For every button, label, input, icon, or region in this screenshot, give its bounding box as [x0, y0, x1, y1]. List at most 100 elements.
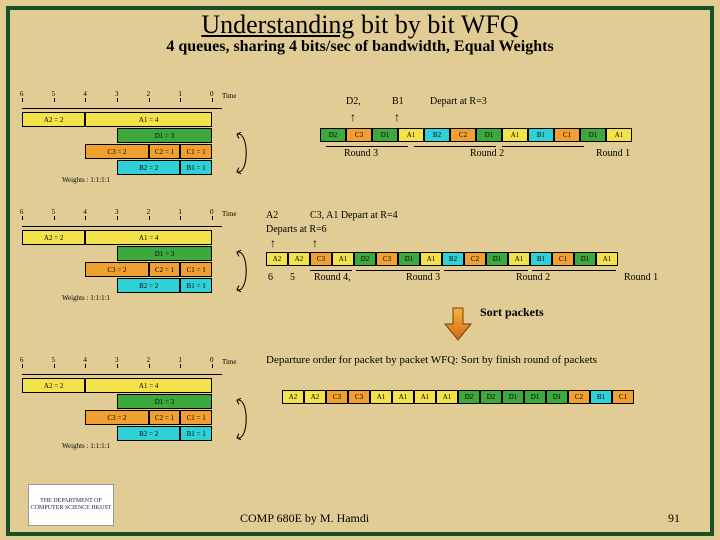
- packet-cell: D1: [580, 128, 606, 142]
- depart-text-1: Depart at R=3: [430, 96, 487, 107]
- hkust-cs-logo: THE DEPARTMENT OF COMPUTER SCIENCE HKUST: [28, 484, 114, 526]
- packet-cell: D1: [476, 128, 502, 142]
- sort-label: Sort packets: [480, 305, 544, 320]
- indicator-b1: B1: [392, 96, 404, 107]
- depart-text-2: C3, A1 Depart at R=4: [310, 210, 398, 221]
- packet-strip-3: A2A2C3C3A1A1A1A1D2D2D1D1D1C2B1C1: [282, 390, 634, 404]
- time-label: Time: [222, 92, 237, 100]
- packet-bar: B2 = 2: [117, 160, 180, 175]
- packet-cell: A1: [606, 128, 632, 142]
- packet-bar: B2 = 2: [117, 278, 180, 293]
- round-num: 5: [290, 272, 295, 283]
- packet-cell: D2: [320, 128, 346, 142]
- packet-bar: D1 = 3: [117, 394, 212, 409]
- packet-bar: C1 = 1: [180, 262, 212, 277]
- up-arrow-icon: ↑: [312, 236, 318, 251]
- page-number: 91: [668, 511, 680, 526]
- packet-cell: D1: [524, 390, 546, 404]
- packet-cell: A2: [266, 252, 288, 266]
- weights-label: Weights : 1:1:1:1: [62, 176, 110, 184]
- footer: COMP 680E by M. Hamdi: [240, 511, 369, 526]
- packet-cell: C3: [376, 252, 398, 266]
- packet-cell: A1: [398, 128, 424, 142]
- packet-bar: C1 = 1: [180, 144, 212, 159]
- weights-label: Weights : 1:1:1:1: [62, 442, 110, 450]
- time-axis-2: [22, 216, 222, 227]
- loop-arrow-icon: [230, 394, 252, 444]
- packet-cell: C3: [346, 128, 372, 142]
- packet-cell: D1: [502, 390, 524, 404]
- packet-cell: A1: [370, 390, 392, 404]
- packet-cell: C3: [326, 390, 348, 404]
- packet-cell: A1: [332, 252, 354, 266]
- packet-bar: D1 = 3: [117, 128, 212, 143]
- packet-bar: A1 = 4: [85, 378, 212, 393]
- loop-arrow-icon: [230, 246, 252, 296]
- time-axis-3: [22, 364, 222, 375]
- packet-cell: C1: [554, 128, 580, 142]
- packet-bar: A1 = 4: [85, 230, 212, 245]
- packet-bar: C1 = 1: [180, 410, 212, 425]
- packet-cell: A1: [436, 390, 458, 404]
- loop-arrow-icon: [230, 128, 252, 178]
- weights-label: Weights : 1:1:1:1: [62, 294, 110, 302]
- packet-bar: A2 = 2: [22, 378, 85, 393]
- round-num: 6: [268, 272, 273, 283]
- packet-cell: D2: [480, 390, 502, 404]
- packet-cell: A2: [288, 252, 310, 266]
- packet-bar: A1 = 4: [85, 112, 212, 127]
- packet-bar: B1 = 1: [180, 160, 212, 175]
- depart-text-3: Departs at R=6: [266, 224, 327, 235]
- packet-strip-1: D2C3D1A1B2C2D1A1B1C1D1A1: [320, 128, 632, 142]
- packet-cell: C3: [348, 390, 370, 404]
- packet-cell: A1: [596, 252, 618, 266]
- packet-bar: A2 = 2: [22, 112, 85, 127]
- packet-bar: C3 = 2: [85, 144, 148, 159]
- packet-strip-2: A2A2C3A1D2C3D1A1B2C2D1A1B1C1D1A1: [266, 252, 618, 266]
- departure-text: Departure order for packet by packet WFQ…: [266, 354, 597, 366]
- packet-bar: C3 = 2: [85, 410, 148, 425]
- packet-bar: D1 = 3: [117, 246, 212, 261]
- packet-bar: C2 = 1: [149, 410, 181, 425]
- up-arrow-icon: ↑: [270, 236, 276, 251]
- packet-cell: D2: [458, 390, 480, 404]
- packet-cell: D1: [398, 252, 420, 266]
- round-label: Round 2: [516, 272, 550, 283]
- packet-cell: B2: [442, 252, 464, 266]
- round-label: Round 3: [406, 272, 440, 283]
- packet-cell: B2: [424, 128, 450, 142]
- packet-cell: A1: [502, 128, 528, 142]
- packet-cell: D1: [546, 390, 568, 404]
- up-arrow-icon: ↑: [350, 110, 356, 125]
- round-label: Round 4,: [314, 272, 351, 283]
- round-label: Round 3: [344, 148, 378, 159]
- time-axis-1: [22, 98, 222, 109]
- packet-cell: D1: [372, 128, 398, 142]
- slide-subtitle: 4 queues, sharing 4 bits/sec of bandwidt…: [10, 38, 710, 56]
- packet-bar: C3 = 2: [85, 262, 148, 277]
- packet-cell: B1: [530, 252, 552, 266]
- packet-cell: A1: [414, 390, 436, 404]
- packet-cell: C2: [464, 252, 486, 266]
- packet-cell: D1: [486, 252, 508, 266]
- packet-cell: B1: [528, 128, 554, 142]
- round-label: Round 1: [624, 272, 658, 283]
- time-label: Time: [222, 210, 237, 218]
- packet-bar: C2 = 1: [149, 262, 181, 277]
- packet-bar: B2 = 2: [117, 426, 180, 441]
- packet-cell: C1: [552, 252, 574, 266]
- packet-bar: C2 = 1: [149, 144, 181, 159]
- down-arrow-icon: [444, 306, 472, 345]
- packet-cell: A1: [392, 390, 414, 404]
- packet-cell: B1: [590, 390, 612, 404]
- packet-cell: D1: [574, 252, 596, 266]
- indicator-d2: D2,: [346, 96, 361, 107]
- packet-cell: D2: [354, 252, 376, 266]
- packet-cell: A2: [304, 390, 326, 404]
- time-label: Time: [222, 358, 237, 366]
- packet-cell: C3: [310, 252, 332, 266]
- slide-title: Understanding bit by bit WFQ: [10, 10, 710, 40]
- packet-cell: C2: [450, 128, 476, 142]
- round-label: Round 1: [596, 148, 630, 159]
- packet-cell: A1: [508, 252, 530, 266]
